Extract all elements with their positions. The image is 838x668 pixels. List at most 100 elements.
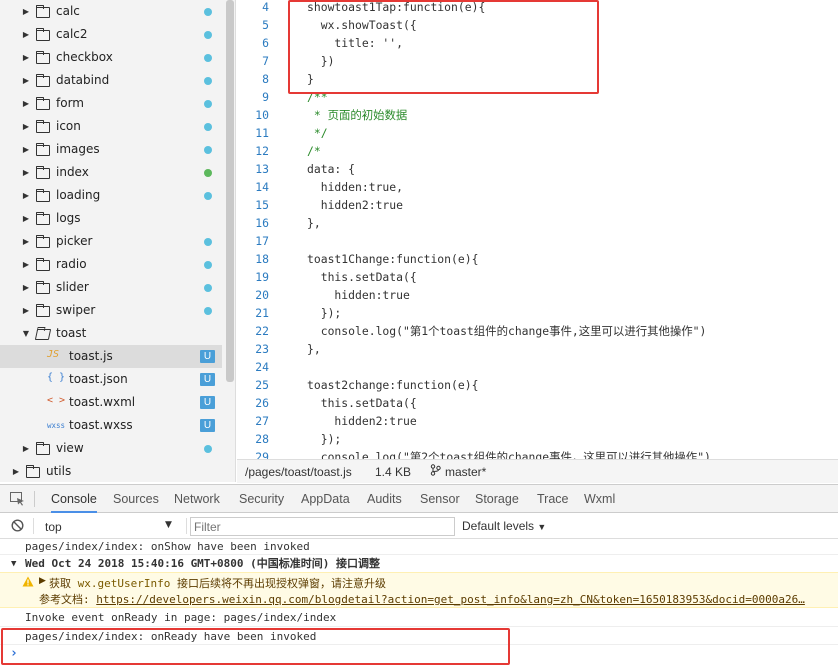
code-editor[interactable]: 4 showtoast1Tap:function(e){5 wx.showToas… xyxy=(237,0,838,459)
code-line: 19 this.setData({ xyxy=(237,268,838,286)
warning-icon xyxy=(22,576,34,590)
tree-folder-radio[interactable]: ▶ radio xyxy=(0,253,222,276)
tree-item-label: toast.wxss xyxy=(69,418,133,432)
code-line: 23}, xyxy=(237,340,838,358)
status-dot xyxy=(204,307,212,315)
tab-appdata[interactable]: AppData xyxy=(301,485,350,513)
folder-open-icon xyxy=(34,329,52,340)
tree-folder-databind[interactable]: ▶ databind xyxy=(0,69,222,92)
console-filter-input[interactable] xyxy=(190,517,455,536)
file-tree-sidebar: ▶ calc ▶ calc2 ▶ checkbox ▶ databind ▶ form ▶ icon ▶… xyxy=(0,0,236,482)
status-dot xyxy=(204,100,212,108)
line-number: 26 xyxy=(255,396,269,410)
tab-trace[interactable]: Trace xyxy=(537,485,569,513)
line-number: 23 xyxy=(255,342,269,356)
tree-folder-utils[interactable]: ▶ utils xyxy=(0,460,222,482)
inspect-element-icon[interactable] xyxy=(10,492,25,509)
tree-item-label: picker xyxy=(56,234,93,248)
tab-sensor[interactable]: Sensor xyxy=(420,485,460,513)
tree-folder-slider[interactable]: ▶ slider xyxy=(0,276,222,299)
tree-folder-calc[interactable]: ▶ calc xyxy=(0,0,222,23)
tree-folder-checkbox[interactable]: ▶ checkbox xyxy=(0,46,222,69)
caret-right-icon[interactable]: ▶ xyxy=(22,53,30,63)
caret-right-icon[interactable]: ▶ xyxy=(22,283,30,293)
caret-right-icon[interactable]: ▶ xyxy=(22,168,30,178)
caret-right-icon[interactable]: ▶ xyxy=(22,260,30,270)
warning-expand-icon[interactable]: ▶ xyxy=(39,576,46,586)
group-expand-caret-icon[interactable]: ▼ xyxy=(11,556,16,572)
context-select[interactable]: top ▼ xyxy=(40,516,180,536)
tree-item-label: slider xyxy=(56,280,89,294)
tree-file-toast.wxml[interactable]: < > toast.wxml U xyxy=(0,391,222,414)
code-text: }) xyxy=(307,54,335,68)
tree-folder-toast[interactable]: ▼ toast xyxy=(0,322,222,345)
tree-folder-index[interactable]: ▶ index xyxy=(0,161,222,184)
tree-item-label: logs xyxy=(56,211,81,225)
tree-folder-images[interactable]: ▶ images xyxy=(0,138,222,161)
caret-right-icon[interactable]: ▶ xyxy=(22,30,30,40)
tree-folder-logs[interactable]: ▶ logs xyxy=(0,207,222,230)
console-log-line: pages/index/index: onShow have been invo… xyxy=(0,539,838,555)
tree-item-label: icon xyxy=(56,119,81,133)
tree-item-label: form xyxy=(56,96,84,110)
caret-right-icon[interactable]: ▶ xyxy=(22,99,30,109)
caret-right-icon[interactable]: ▶ xyxy=(12,467,20,477)
tree-folder-swiper[interactable]: ▶ swiper xyxy=(0,299,222,322)
line-number: 22 xyxy=(255,324,269,338)
tree-folder-calc2[interactable]: ▶ calc2 xyxy=(0,23,222,46)
tree-folder-loading[interactable]: ▶ loading xyxy=(0,184,222,207)
code-text: /* xyxy=(307,144,321,158)
tree-item-label: calc xyxy=(56,4,80,18)
tab-storage[interactable]: Storage xyxy=(475,485,519,513)
tab-sources[interactable]: Sources xyxy=(113,485,159,513)
tree-item-label: toast xyxy=(56,326,87,340)
code-line: 21 }); xyxy=(237,304,838,322)
tab-security[interactable]: Security xyxy=(239,485,284,513)
folder-icon xyxy=(36,5,50,18)
git-branch[interactable]: master* xyxy=(445,465,486,479)
status-dot xyxy=(204,261,212,269)
caret-right-icon[interactable]: ▶ xyxy=(22,444,30,454)
tree-folder-icon[interactable]: ▶ icon xyxy=(0,115,222,138)
caret-right-icon[interactable]: ▶ xyxy=(22,7,30,17)
console-log-text: pages/index/index: onReady have been inv… xyxy=(25,630,317,643)
console-log-line: pages/index/index: onReady have been inv… xyxy=(0,628,838,645)
caret-right-icon[interactable]: ▶ xyxy=(22,145,30,155)
line-number: 15 xyxy=(255,198,269,212)
clear-console-icon[interactable] xyxy=(11,519,24,535)
tree-file-toast.json[interactable]: { } toast.json U xyxy=(0,368,222,391)
caret-down-icon[interactable]: ▼ xyxy=(22,329,30,339)
tree-file-toast.wxss[interactable]: wxss toast.wxss U xyxy=(0,414,222,437)
line-number: 28 xyxy=(255,432,269,446)
tree-file-toast.js[interactable]: JS toast.js U xyxy=(0,345,222,368)
caret-right-icon[interactable]: ▶ xyxy=(22,214,30,224)
code-line: 14 hidden:true, xyxy=(237,178,838,196)
console-group-header[interactable]: ▼ Wed Oct 24 2018 15:40:16 GMT+0800 (中国标… xyxy=(0,556,838,572)
folder-icon xyxy=(36,212,50,225)
warning-doc-link[interactable]: https://developers.weixin.qq.com/blogdet… xyxy=(96,593,805,606)
code-line: 4 showtoast1Tap:function(e){ xyxy=(237,0,838,16)
caret-right-icon[interactable]: ▶ xyxy=(22,191,30,201)
code-text: toast1Change:function(e){ xyxy=(307,252,479,266)
caret-right-icon[interactable]: ▶ xyxy=(22,76,30,86)
tree-folder-form[interactable]: ▶ form xyxy=(0,92,222,115)
console-toolbar: top ▼ Default levels ▼ xyxy=(0,513,838,539)
caret-right-icon[interactable]: ▶ xyxy=(22,237,30,247)
console-prompt-row[interactable]: › xyxy=(0,645,838,663)
tree-folder-picker[interactable]: ▶ picker xyxy=(0,230,222,253)
devtools-separator xyxy=(34,491,35,507)
caret-right-icon[interactable]: ▶ xyxy=(22,306,30,316)
folder-icon xyxy=(36,97,50,110)
line-number: 4 xyxy=(262,0,269,14)
tab-network[interactable]: Network xyxy=(174,485,220,513)
tab-console[interactable]: Console xyxy=(51,485,97,513)
line-number: 20 xyxy=(255,288,269,302)
sidebar-scrollbar[interactable] xyxy=(226,0,234,382)
log-levels-select[interactable]: Default levels ▼ xyxy=(462,519,546,533)
tab-wxml[interactable]: Wxml xyxy=(584,485,615,513)
caret-right-icon[interactable]: ▶ xyxy=(22,122,30,132)
warning-doc-label: 参考文档: xyxy=(39,593,97,606)
git-untracked-badge: U xyxy=(200,419,215,432)
tab-audits[interactable]: Audits xyxy=(367,485,402,513)
tree-folder-view[interactable]: ▶ view xyxy=(0,437,222,460)
